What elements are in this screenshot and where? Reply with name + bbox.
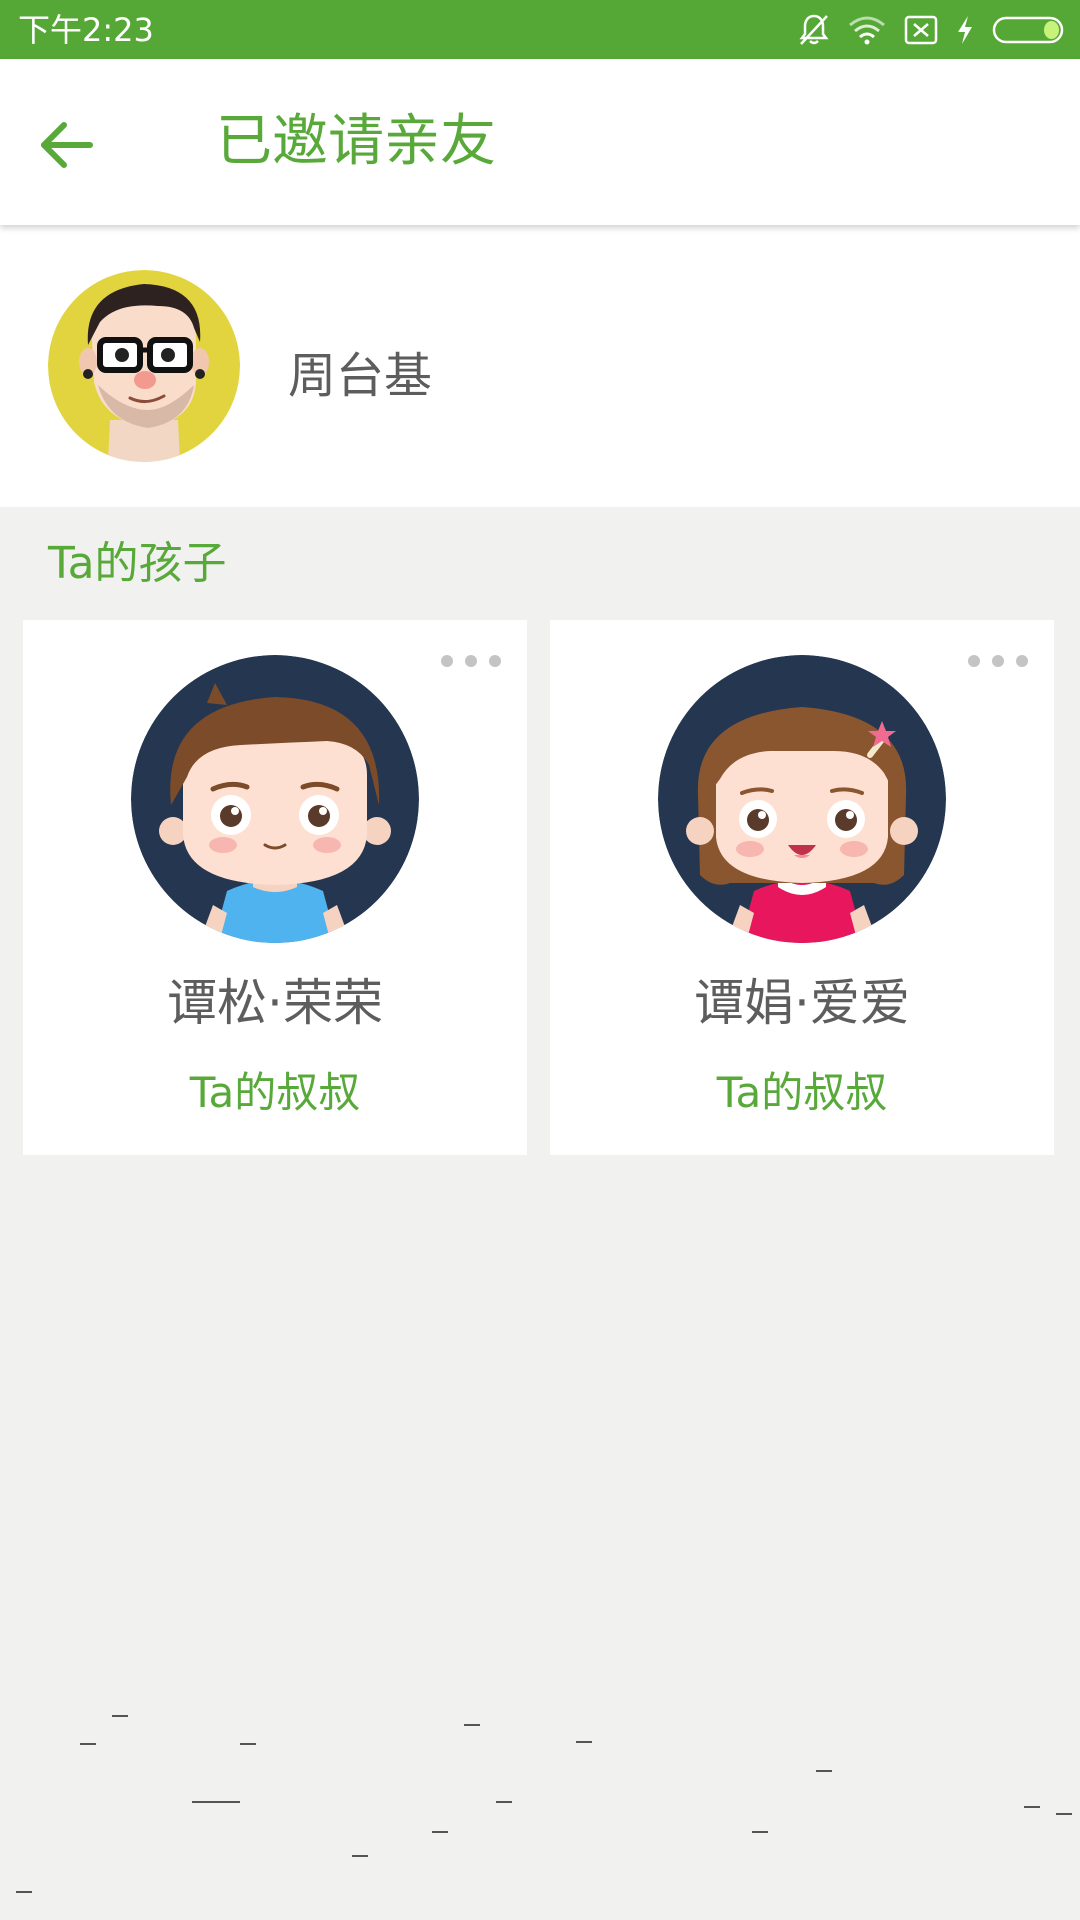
- profile-header: 周台基: [0, 225, 1080, 507]
- profile-name: 周台基: [288, 348, 433, 404]
- page-title: 已邀请亲友: [216, 109, 496, 174]
- child-card[interactable]: 谭松·荣荣 Ta的叔叔: [23, 620, 527, 1155]
- child-relation: Ta的叔叔: [189, 1068, 361, 1117]
- dot-icon: [992, 655, 1004, 667]
- status-time: 下午2:23: [18, 11, 154, 49]
- status-icons: [798, 12, 1064, 48]
- app-bar: 已邀请亲友: [0, 59, 1080, 225]
- sim-off-icon: [904, 15, 938, 45]
- dot-icon: [968, 655, 980, 667]
- dot-icon: [465, 655, 477, 667]
- child-relation: Ta的叔叔: [716, 1068, 888, 1117]
- dot-icon: [441, 655, 453, 667]
- battery-icon: [992, 15, 1064, 45]
- status-bar: 下午2:23: [0, 0, 1080, 59]
- child-name: 谭娟·爱爱: [694, 974, 910, 1032]
- dot-icon: [489, 655, 501, 667]
- child-avatar: [131, 655, 419, 943]
- child-card[interactable]: 谭娟·爱爱 Ta的叔叔: [550, 620, 1054, 1155]
- more-options-button[interactable]: [441, 650, 501, 672]
- section-label: Ta的孩子: [48, 538, 227, 589]
- avatar[interactable]: [48, 270, 240, 462]
- back-button[interactable]: [28, 109, 104, 185]
- child-avatar: [658, 655, 946, 943]
- more-options-button[interactable]: [968, 650, 1028, 672]
- charging-icon: [956, 15, 974, 45]
- bell-off-icon: [798, 13, 830, 47]
- child-name: 谭松·荣荣: [167, 974, 383, 1032]
- arrow-left-icon: [38, 120, 94, 174]
- dot-icon: [1016, 655, 1028, 667]
- wifi-icon: [848, 15, 886, 45]
